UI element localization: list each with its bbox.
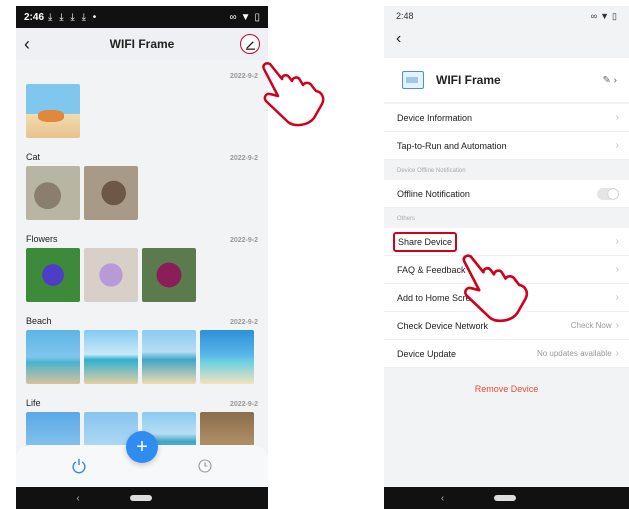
album-header: Life 2022-9-2: [26, 388, 258, 408]
screenshot-stage: 2:46 ⤓ ⤓ ⤓ ⤓ • ∞ ▼ ▯ ‹ WIFI Frame 2022-9…: [0, 0, 629, 509]
add-photo-button[interactable]: +: [126, 431, 158, 463]
pencil-icon: [245, 40, 255, 50]
wifi-icon: ▼: [600, 11, 610, 21]
album-thumbnails: [26, 330, 258, 384]
status-time: 2:46: [24, 11, 45, 23]
screen-header: ‹ WIFI Frame: [16, 28, 268, 60]
offline-notification-toggle[interactable]: [597, 187, 619, 200]
battery-icon: ▯: [612, 10, 617, 21]
album-thumbnails: [26, 248, 258, 302]
device-name: WIFI Frame: [436, 73, 501, 87]
album-thumbnails: [26, 84, 258, 138]
photo-thumbnail[interactable]: [84, 166, 138, 220]
chevron-right-icon: ›: [615, 320, 619, 331]
link-icon: ∞: [229, 11, 237, 23]
status-bar: 2:48 ∞ ▼ ▯: [384, 6, 629, 26]
section-header: Device Offline Notification: [384, 160, 629, 180]
album-header: 2022-9-2: [26, 60, 258, 80]
status-bar: 2:46 ⤓ ⤓ ⤓ ⤓ • ∞ ▼ ▯: [16, 6, 268, 28]
photo-thumbnail[interactable]: [84, 248, 138, 302]
hand-pointer-icon: [462, 254, 529, 323]
row-label: Offline Notification: [397, 188, 470, 199]
photo-thumbnail[interactable]: [26, 248, 80, 302]
album-header: Cat 2022-9-2: [26, 142, 258, 162]
album-date: 2022-9-2: [229, 73, 258, 80]
nav-home-pill[interactable]: [129, 495, 152, 501]
system-nav-bar: ‹: [384, 487, 629, 509]
wifi-icon: ▼: [240, 11, 251, 23]
hand-pointer-icon: [262, 62, 325, 127]
album-name: Cat: [26, 152, 41, 162]
album-date: 2022-9-2: [229, 155, 258, 162]
album-name: Life: [26, 398, 41, 408]
nav-back-icon[interactable]: ‹: [441, 493, 444, 504]
back-icon[interactable]: ‹: [24, 34, 44, 55]
row-label: Device Update: [397, 348, 457, 359]
album-header: Flowers 2022-9-2: [26, 224, 258, 244]
chevron-right-icon: ›: [615, 140, 619, 151]
download-icons: ⤓ ⤓ ⤓ ⤓ •: [48, 11, 99, 23]
device-card[interactable]: WIFI Frame ✎ ›: [384, 58, 629, 102]
edit-button[interactable]: [240, 34, 260, 54]
photo-thumbnail[interactable]: [26, 166, 80, 220]
status-time: 2:48: [396, 11, 414, 21]
battery-icon: ▯: [254, 11, 260, 23]
nav-back-icon[interactable]: ‹: [76, 493, 79, 504]
row-label: Device Information: [397, 112, 473, 123]
remove-device-button[interactable]: Remove Device: [384, 374, 629, 404]
tap-to-run-row[interactable]: Tap-to-Run and Automation ›: [384, 132, 629, 160]
chevron-right-icon: ›: [615, 264, 619, 275]
status-icons: ∞ ▼ ▯: [591, 11, 617, 22]
chevron-right-icon: ›: [615, 348, 619, 359]
photo-thumbnail[interactable]: [142, 248, 196, 302]
power-icon[interactable]: [68, 455, 90, 477]
row-value: Check Now: [570, 321, 612, 330]
album-list: 2022-9-2 Cat 2022-9-2 Flowers 2022-9-2 B…: [16, 60, 268, 466]
album-date: 2022-9-2: [229, 237, 258, 244]
album-date: 2022-9-2: [229, 401, 258, 408]
album-name: Beach: [26, 316, 52, 326]
album-name: Flowers: [26, 234, 58, 244]
photo-thumbnail[interactable]: [26, 330, 80, 384]
chevron-right-icon: ›: [615, 236, 619, 247]
section-header: Others: [384, 208, 629, 228]
photo-thumbnail[interactable]: [200, 330, 254, 384]
status-icons: ∞ ▼ ▯: [229, 12, 260, 23]
album-header: Beach 2022-9-2: [26, 306, 258, 326]
picture-frame-icon: [402, 71, 424, 89]
album-screen: 2:46 ⤓ ⤓ ⤓ ⤓ • ∞ ▼ ▯ ‹ WIFI Frame 2022-9…: [16, 6, 268, 509]
photo-thumbnail[interactable]: [26, 84, 80, 138]
edit-name-icon[interactable]: ✎ ›: [603, 75, 618, 86]
row-label: Tap-to-Run and Automation: [397, 140, 507, 151]
device-update-row[interactable]: Device Update No updates available ›: [384, 340, 629, 368]
device-information-row[interactable]: Device Information ›: [384, 104, 629, 132]
chevron-right-icon: ›: [615, 112, 619, 123]
album-date: 2022-9-2: [229, 319, 258, 326]
nav-home-pill[interactable]: [494, 495, 517, 501]
row-value: No updates available: [536, 349, 612, 358]
photo-thumbnail[interactable]: [84, 330, 138, 384]
album-thumbnails: [26, 166, 258, 220]
chevron-right-icon: ›: [615, 292, 619, 303]
page-title: WIFI Frame: [109, 37, 175, 51]
offline-notification-row: Offline Notification: [384, 180, 629, 208]
photo-thumbnail[interactable]: [142, 330, 196, 384]
link-icon: ∞: [590, 11, 598, 21]
system-nav-bar: ‹: [16, 487, 268, 509]
back-icon[interactable]: ‹: [384, 26, 629, 52]
row-label: Share Device: [393, 231, 458, 252]
clock-icon[interactable]: [194, 455, 216, 477]
